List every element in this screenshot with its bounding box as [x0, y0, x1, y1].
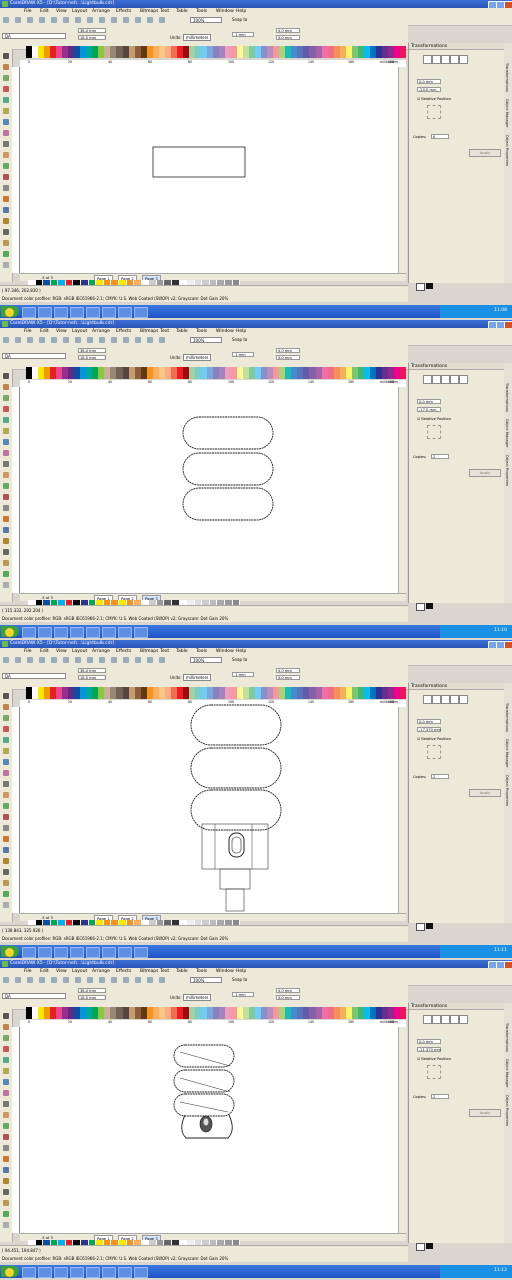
bulb-coil-2[interactable]: [173, 1069, 235, 1093]
corel-window: CorelDRAW X5 - [D:\Tutor-net\...\Lightbu…: [0, 0, 512, 320]
corel-window: CorelDRAW X5 - [D:\Tutor-net\...\Lightbu…: [0, 320, 512, 640]
bulb-coil-1[interactable]: [182, 416, 274, 450]
bulb-coil-2[interactable]: [182, 452, 274, 486]
bulb-coil-1[interactable]: [173, 1044, 235, 1068]
corel-window: CorelDRAW X5 - [D:\Tutor-net\...\Lightbu…: [0, 960, 512, 1280]
drawing-layer: [182, 416, 274, 521]
socket-neck[interactable]: [219, 868, 251, 890]
bulb-coil-3[interactable]: [173, 1093, 235, 1117]
drawing-layer: [152, 146, 246, 178]
rectangle-shape[interactable]: [152, 146, 246, 178]
corel-window: CorelDRAW X5 - [D:\Tutor-net\...\Lightbu…: [0, 640, 512, 960]
bulb-coil-3[interactable]: [182, 487, 274, 521]
neck-knob-highlight: [203, 1118, 209, 1126]
base-slot[interactable]: [228, 832, 245, 858]
drawing-layer: [190, 704, 282, 912]
socket-tip[interactable]: [225, 888, 245, 912]
bulb-coil-2[interactable]: [190, 747, 282, 789]
bulb-base[interactable]: [201, 823, 269, 870]
drawing-layer: [173, 1044, 235, 1139]
bulb-coil-1[interactable]: [190, 704, 282, 746]
base-slot-inner: [231, 836, 242, 854]
coil-spiral: [179, 1051, 231, 1113]
